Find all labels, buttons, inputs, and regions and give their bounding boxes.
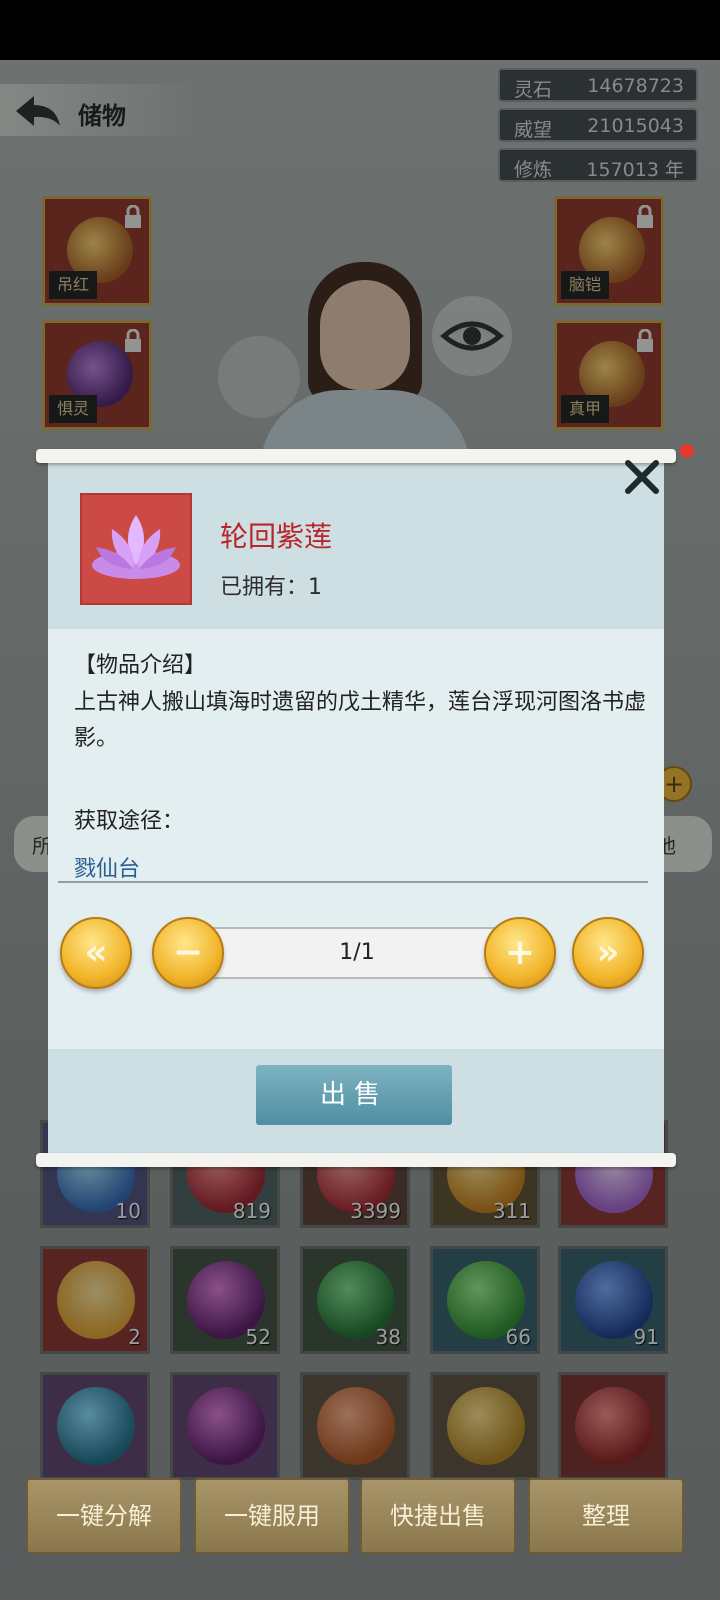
quick-sell-button[interactable]: 快捷出售	[360, 1478, 516, 1554]
minus-icon: −	[172, 932, 204, 973]
sell-button[interactable]: 出售	[256, 1065, 452, 1125]
double-right-arrow-icon: »	[596, 932, 620, 973]
scroll-rod-top	[36, 449, 676, 463]
quantity-min-button[interactable]: «	[60, 917, 132, 989]
description-text: 上古神人搬山填海时遗留的戊土精华，莲台浮现河图洛书虚影。	[74, 690, 647, 751]
plus-icon: +	[504, 932, 536, 973]
popup-panel: 轮回紫莲 已拥有：1 【物品介绍】 上古神人搬山填海时遗留的戊土精华，莲台浮现河…	[48, 459, 664, 1155]
popup-header: 轮回紫莲 已拥有：1	[48, 459, 664, 629]
quantity-value: 1/1	[339, 940, 375, 965]
scroll-rod-bottom	[36, 1153, 676, 1167]
close-icon[interactable]	[622, 457, 662, 497]
status-bar	[0, 0, 720, 60]
notification-dot	[680, 444, 694, 458]
item-owned-count: 已拥有：1	[220, 575, 322, 600]
quantity-minus-button[interactable]: −	[152, 917, 224, 989]
quantity-max-button[interactable]: »	[572, 917, 644, 989]
purple-lotus-icon	[92, 515, 180, 579]
item-icon-frame	[80, 493, 192, 605]
quantity-stepper: 1/1	[192, 927, 522, 979]
sort-button[interactable]: 整理	[528, 1478, 684, 1554]
one-key-decompose-button[interactable]: 一键分解	[26, 1478, 182, 1554]
sell-button-label: 出售	[319, 1080, 388, 1110]
button-label: 快捷出售	[390, 1502, 486, 1530]
source-link[interactable]: 戮仙台	[74, 851, 140, 883]
button-label: 一键服用	[224, 1502, 320, 1530]
source-label: 获取途径：	[74, 809, 185, 834]
one-key-consume-button[interactable]: 一键服用	[194, 1478, 350, 1554]
button-label: 一键分解	[56, 1502, 152, 1530]
description-title: 【物品介绍】	[74, 653, 207, 678]
quantity-plus-button[interactable]: +	[484, 917, 556, 989]
item-name: 轮回紫莲	[220, 520, 333, 553]
item-detail-popup: 轮回紫莲 已拥有：1 【物品介绍】 上古神人搬山填海时遗留的戊土精华，莲台浮现河…	[36, 449, 676, 1167]
double-left-arrow-icon: «	[84, 932, 108, 973]
button-label: 整理	[582, 1502, 630, 1530]
popup-footer: 出售	[48, 1049, 664, 1155]
divider	[58, 881, 648, 883]
